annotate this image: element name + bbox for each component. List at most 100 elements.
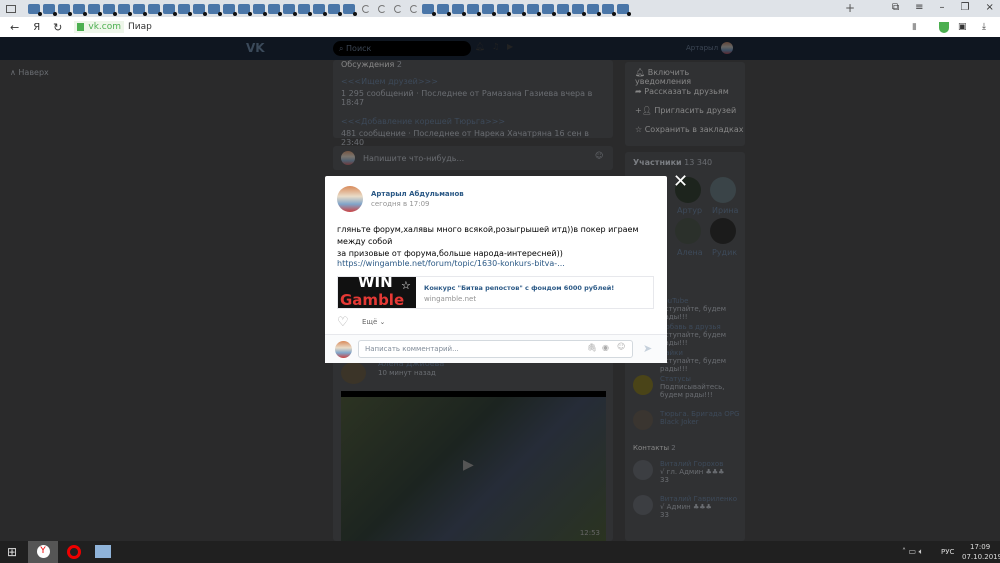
browser-tab[interactable] bbox=[88, 3, 102, 16]
tray-icons[interactable]: ˄ ▭ 🔈︎ bbox=[902, 547, 923, 557]
browser-tab[interactable] bbox=[178, 3, 192, 16]
browser-tab[interactable] bbox=[452, 3, 466, 16]
music-icon[interactable]: ♫ bbox=[492, 42, 499, 51]
close-window-button[interactable]: × bbox=[986, 2, 994, 13]
maximize-button[interactable]: ❐ bbox=[961, 2, 970, 13]
camera-icon[interactable]: ◉ bbox=[602, 343, 609, 352]
menu-icon[interactable]: ≡ bbox=[915, 2, 923, 13]
browser-tab[interactable] bbox=[343, 3, 357, 16]
user-name[interactable]: Артарыл bbox=[686, 44, 718, 52]
browser-tab[interactable] bbox=[73, 3, 87, 16]
play-icon[interactable]: ▶ bbox=[507, 42, 513, 51]
scroll-up-link[interactable]: ∧ Наверх bbox=[10, 68, 49, 77]
action-share[interactable]: ➦ Рассказать друзьям bbox=[635, 87, 745, 106]
browser-tab[interactable] bbox=[362, 4, 370, 13]
like-icon[interactable]: ♡ bbox=[337, 315, 349, 330]
search-input[interactable]: ⌕ Поиск bbox=[333, 41, 471, 56]
browser-tab[interactable] bbox=[467, 3, 481, 16]
tab-list-icon[interactable] bbox=[6, 4, 16, 13]
browser-tab[interactable] bbox=[617, 3, 631, 16]
emoji-icon[interactable]: ☺ bbox=[617, 342, 625, 351]
browser-tab[interactable] bbox=[118, 3, 132, 16]
download-icon[interactable]: ⤓ bbox=[982, 22, 986, 32]
browser-tab[interactable] bbox=[148, 3, 162, 16]
browser-tab[interactable] bbox=[103, 3, 117, 16]
post-time[interactable]: сегодня в 17:09 bbox=[371, 200, 430, 208]
browser-tab[interactable] bbox=[283, 3, 297, 16]
attach-icon[interactable]: 🖇︎ bbox=[587, 343, 597, 352]
browser-tab[interactable] bbox=[410, 4, 418, 13]
vk-logo[interactable]: VK bbox=[246, 41, 265, 55]
language-indicator[interactable]: РУС bbox=[941, 548, 954, 556]
browser-tab[interactable] bbox=[313, 3, 327, 16]
bookmark-icon[interactable]: ▮ bbox=[912, 22, 917, 32]
author-name[interactable]: Артарыл Абдульманов bbox=[371, 190, 464, 198]
group-item[interactable]: Тюрьга. Бригада OPG Black Joker bbox=[633, 410, 741, 440]
reload-icon[interactable]: ↻ bbox=[53, 21, 62, 34]
browser-tab[interactable] bbox=[587, 3, 601, 16]
action-bookmark[interactable]: ☆ Сохранить в закладках bbox=[635, 125, 745, 144]
browser-tab[interactable] bbox=[422, 3, 436, 16]
clock-date[interactable]: 07.10.2019 bbox=[962, 553, 1000, 561]
topic[interactable]: <<<Добавление корешей Тюрьга>>> 481 сообщ… bbox=[341, 117, 605, 147]
video-player[interactable]: ▶ 12:53 bbox=[341, 391, 606, 541]
action-notifications[interactable]: 🔔︎ Включить уведомления bbox=[635, 68, 745, 87]
new-tab-button[interactable]: + bbox=[845, 1, 855, 15]
browser-tab[interactable] bbox=[298, 3, 312, 16]
browser-tab[interactable] bbox=[28, 3, 42, 16]
browser-tab[interactable] bbox=[43, 3, 57, 16]
yandex-browser-taskbar-icon[interactable]: Y bbox=[28, 541, 58, 563]
contact-item[interactable]: Виталий Гавриленко √ Админ ♣♣♣ 33 bbox=[633, 495, 743, 519]
browser-tab[interactable] bbox=[527, 3, 541, 16]
topic[interactable]: <<<Ищем друзей>>> 1 295 сообщений · После… bbox=[341, 77, 605, 107]
comment-input[interactable]: Написать комментарий... 🖇︎ ◉ ☺ bbox=[358, 340, 633, 358]
post-composer[interactable]: Напишите что-нибудь... ☺ bbox=[333, 146, 613, 170]
windows-start-icon[interactable]: ⊞ bbox=[7, 545, 17, 559]
member-name[interactable]: Ирина bbox=[712, 206, 738, 215]
extensions-icon[interactable]: ▣ bbox=[958, 22, 967, 32]
close-modal-icon[interactable]: ✕ bbox=[673, 171, 688, 192]
browser-tab[interactable] bbox=[557, 3, 571, 16]
member-name[interactable]: Артур bbox=[677, 206, 702, 215]
browser-tab[interactable] bbox=[542, 3, 556, 16]
browser-tab[interactable] bbox=[328, 3, 342, 16]
browser-tab[interactable] bbox=[133, 3, 147, 16]
protect-shield-icon[interactable] bbox=[939, 21, 949, 33]
browser-tab[interactable] bbox=[223, 3, 237, 16]
browser-tab[interactable] bbox=[163, 3, 177, 16]
tabs-icon[interactable]: ⧉ bbox=[892, 2, 899, 13]
browser-tab[interactable] bbox=[268, 3, 282, 16]
back-icon[interactable]: ← bbox=[10, 21, 19, 34]
minimize-button[interactable]: – bbox=[940, 2, 945, 13]
more-button[interactable]: Ещё ⌄ bbox=[362, 318, 385, 326]
browser-tab[interactable] bbox=[437, 3, 451, 16]
link-snippet[interactable]: WIN Gamble ☆ Конкурс "Битва репостов" с … bbox=[337, 276, 654, 309]
star-icon[interactable]: ☆ bbox=[401, 279, 411, 292]
send-icon[interactable]: ➤ bbox=[643, 342, 652, 355]
post-link[interactable]: https://wingamble.net/forum/topic/1630-k… bbox=[337, 259, 565, 268]
browser-tab[interactable] bbox=[602, 3, 616, 16]
clock-time[interactable]: 17:09 bbox=[970, 543, 990, 551]
user-avatar[interactable] bbox=[721, 42, 733, 54]
browser-tab[interactable] bbox=[193, 3, 207, 16]
action-invite[interactable]: +👤︎ Пригласить друзей bbox=[635, 106, 745, 125]
yandex-icon[interactable]: Я bbox=[33, 22, 40, 33]
browser-tab[interactable] bbox=[58, 3, 72, 16]
browser-tab[interactable] bbox=[378, 4, 386, 13]
app-window-icon[interactable] bbox=[95, 545, 111, 558]
url-field[interactable]: vk.com bbox=[74, 21, 125, 33]
bell-icon[interactable]: 🔔︎ bbox=[475, 42, 485, 51]
emoji-icon[interactable]: ☺ bbox=[595, 151, 603, 160]
browser-tab[interactable] bbox=[208, 3, 222, 16]
browser-tab[interactable] bbox=[572, 3, 586, 16]
browser-tab[interactable] bbox=[497, 3, 511, 16]
play-icon[interactable]: ▶ bbox=[463, 457, 474, 473]
author-avatar[interactable] bbox=[337, 186, 363, 212]
opera-icon[interactable] bbox=[67, 545, 81, 559]
group-item[interactable]: Статусы Подписывайтесь, будем рады!!! bbox=[633, 375, 741, 410]
browser-tab[interactable] bbox=[512, 3, 526, 16]
browser-tab[interactable] bbox=[238, 3, 252, 16]
browser-tab[interactable] bbox=[253, 3, 267, 16]
browser-tab[interactable] bbox=[394, 4, 402, 13]
browser-tab[interactable] bbox=[482, 3, 496, 16]
